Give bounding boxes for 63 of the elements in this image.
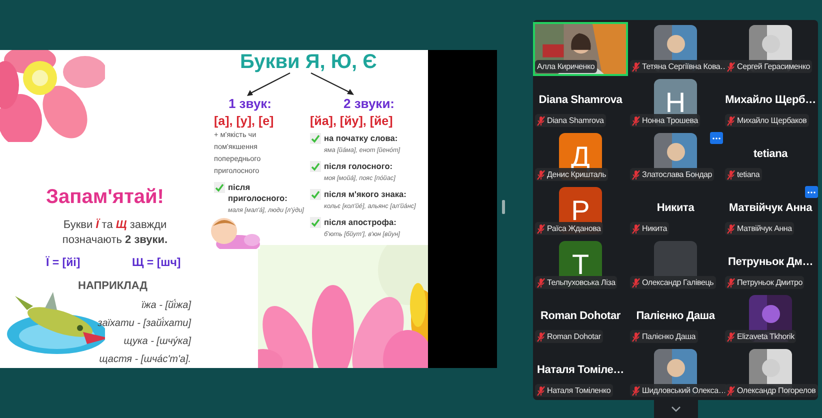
check-icon (310, 217, 321, 228)
more-options-button[interactable] (805, 186, 818, 198)
participant-label: Палієнко Даша (630, 330, 698, 343)
participant-label: Elizaveta Tkhorik (725, 330, 796, 343)
arrow (246, 72, 292, 97)
participant-label: Тетяна Сергіївна Кова… (630, 60, 730, 73)
participant-name: Петруньок Дм… (726, 256, 814, 268)
participant-name: Палієнко Даша (635, 310, 716, 322)
rule-label: після голосного: (324, 161, 393, 172)
rule-label: після апострофа: (324, 217, 396, 228)
participant-name: Наталя Томіле… (536, 364, 625, 376)
participant-label: Никита (630, 222, 670, 235)
rule-label: після приголосного: (228, 182, 288, 204)
chevron-down-icon (670, 406, 680, 412)
participant-label: Златослава Бондар (630, 168, 714, 181)
participant-name: tetiana (752, 148, 789, 160)
participant-label: Алла Кириченко (535, 60, 597, 73)
check-icon (310, 189, 321, 200)
check-icon (310, 161, 321, 172)
participant-label: Шидловський Олекса… (630, 384, 728, 397)
participant-label: Наталя Томіленко (535, 384, 613, 397)
example-word: заїхати - [зайі́хати] (98, 317, 192, 331)
participant-label: Тельпуховська Ліза (535, 276, 618, 289)
resize-handle[interactable] (502, 200, 505, 214)
participant-name: Diana Shamrova (538, 94, 624, 106)
participant-label: Матвійчук Анна (725, 222, 794, 235)
more-icon (807, 190, 816, 194)
check-icon (214, 182, 225, 193)
participant-name: Roman Dohotar (540, 310, 622, 322)
reminder-title: Запам'ятай! (46, 186, 164, 209)
example-word: щастя - [шча́с'т'а]. (99, 353, 192, 367)
participant-label: Diana Shamrova (535, 114, 606, 127)
arrow (310, 72, 355, 96)
participant-label: Раїса Жданова (535, 222, 603, 235)
slide-title: Букви Я, Ю, Є (240, 51, 377, 74)
participant-label: Михайло Щербаков (725, 114, 809, 127)
scroll-down-button[interactable] (654, 400, 698, 418)
check-icon (310, 133, 321, 144)
more-options-button[interactable] (710, 132, 723, 144)
rule-label: на початку слова: (324, 133, 398, 144)
participant-label: Петруньок Дмитро (725, 276, 804, 289)
rule-label: після м'якого знака: (324, 189, 406, 200)
participant-label: Сергей Герасименко (725, 60, 812, 73)
sound-list: [йа], [йу], [йе] (310, 114, 428, 128)
participant-label: Нонна Трошева (630, 114, 700, 127)
participant-name: Матвійчук Анна (728, 202, 814, 214)
more-icon (712, 136, 721, 140)
participant-label: Roman Dohotar (535, 330, 603, 343)
example-word: їжа - [йі́жа] (142, 299, 192, 313)
participant-name: Никита (656, 202, 696, 214)
letter-formula: Ї = [йі] (46, 257, 80, 269)
participant-name: Михайло Щерб… (724, 94, 817, 106)
sound-heading: 2 звуки: (343, 96, 395, 111)
example-word: щука - [шчу́ка] (124, 335, 192, 349)
participant-label: Олександр Погорелов (725, 384, 818, 397)
participant-label: Олександр Галівець (630, 276, 716, 289)
examples-heading: НАПРИКЛАД (78, 280, 148, 292)
reminder-text: Букви Ї та Щ завжди позначають 2 звуки. (61, 218, 169, 248)
sound-heading: 1 звук: (228, 96, 272, 111)
letter-formula: Щ = [шч] (132, 257, 181, 269)
participant-label: Денис Кришталь (535, 168, 608, 181)
sound-list: [а], [у], [е] (214, 114, 286, 128)
participant-label: tetiana (725, 168, 762, 181)
